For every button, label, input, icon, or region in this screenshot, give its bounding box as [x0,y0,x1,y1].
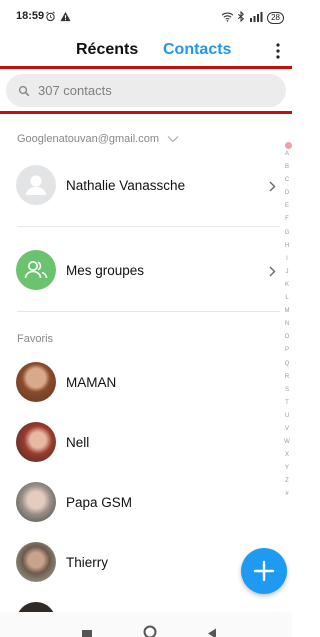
list-item[interactable]: Papa GSM [0,474,280,530]
index-letter[interactable]: G [285,227,290,240]
groups-label: Mes groupes [66,263,145,278]
index-letter[interactable]: I [286,253,288,266]
plus-icon [253,560,275,582]
list-item[interactable]: MAMAN [0,354,280,410]
group-icon [24,261,48,279]
home-icon[interactable] [143,625,157,637]
index-letter[interactable]: M [285,305,290,318]
index-letter[interactable]: L [285,292,288,305]
account-email: Googlenatouvan@gmail.com [17,133,160,145]
group-avatar [16,250,56,290]
index-letter[interactable]: B [285,161,289,174]
profile-row[interactable]: Nathalie Vanassche [0,157,280,213]
index-letter[interactable]: F [285,213,289,226]
search-icon [18,84,30,102]
tab-recents[interactable]: Récents [76,41,138,59]
back-icon[interactable] [207,626,217,637]
groups-row[interactable]: Mes groupes [0,242,280,298]
index-letter[interactable]: E [285,200,289,213]
contact-name: Nell [66,435,90,450]
recent-apps-icon[interactable] [82,627,92,637]
avatar [16,362,56,402]
search-bar[interactable] [6,74,286,107]
contact-name: Papa GSM [66,495,133,510]
index-letter[interactable]: K [285,279,289,292]
contact-name: Thierry [66,555,109,570]
avatar [16,482,56,522]
bluetooth-icon [237,9,245,27]
add-contact-button[interactable] [241,548,287,594]
tab-header: Récents Contacts [0,36,292,66]
highlight-line-bottom [0,111,292,114]
account-selector[interactable]: Googlenatouvan@gmail.com [17,130,179,148]
index-letter[interactable]: C [285,174,289,187]
index-letter[interactable]: W [284,436,290,449]
index-letter[interactable]: X [285,449,289,462]
warning-icon [60,9,71,27]
person-icon [26,175,46,195]
index-letter[interactable]: P [285,344,289,357]
divider [17,226,280,227]
favorites-header: Favoris [17,333,54,345]
index-letter[interactable]: Q [285,358,290,371]
index-letter[interactable]: # [285,488,288,501]
index-letter[interactable]: O [285,331,290,344]
highlight-line-top [0,66,292,69]
avatar [16,165,56,205]
index-letter[interactable]: R [285,371,289,384]
alarm-icon [45,9,56,27]
tab-contacts[interactable]: Contacts [163,41,231,59]
contact-name: MAMAN [66,375,117,390]
navigation-bar [0,612,292,637]
wifi-icon [221,9,234,27]
index-letter[interactable]: Z [285,475,289,488]
status-bar: 18:59 28 [0,0,292,36]
alphabet-index[interactable]: A B C D E F G H I J K L M N O P Q R S T U V W X Y Z # [282,148,292,502]
divider [17,311,280,312]
index-letter[interactable]: D [285,187,289,200]
index-letter[interactable]: S [285,384,289,397]
status-time: 18:59 [16,10,45,22]
avatar [16,422,56,462]
index-letter[interactable]: H [285,240,289,253]
more-options-icon[interactable] [274,42,282,60]
index-letter[interactable]: V [285,423,289,436]
list-item[interactable]: Nell [0,414,280,470]
index-letter[interactable]: N [285,318,289,331]
chevron-right-icon [269,264,276,282]
index-letter[interactable]: T [285,397,289,410]
profile-name: Nathalie Vanassche [66,178,186,193]
battery-icon: 28 [267,12,284,24]
index-letter[interactable]: A [285,148,289,161]
signal-icon [248,9,264,27]
search-input[interactable] [38,74,278,107]
index-letter[interactable]: U [285,410,289,423]
list-item[interactable]: Thierry [0,534,280,590]
avatar [16,542,56,582]
chevron-down-icon [167,130,179,148]
chevron-right-icon [269,179,276,197]
index-letter[interactable]: J [286,266,289,279]
index-letter[interactable]: Y [285,462,289,475]
